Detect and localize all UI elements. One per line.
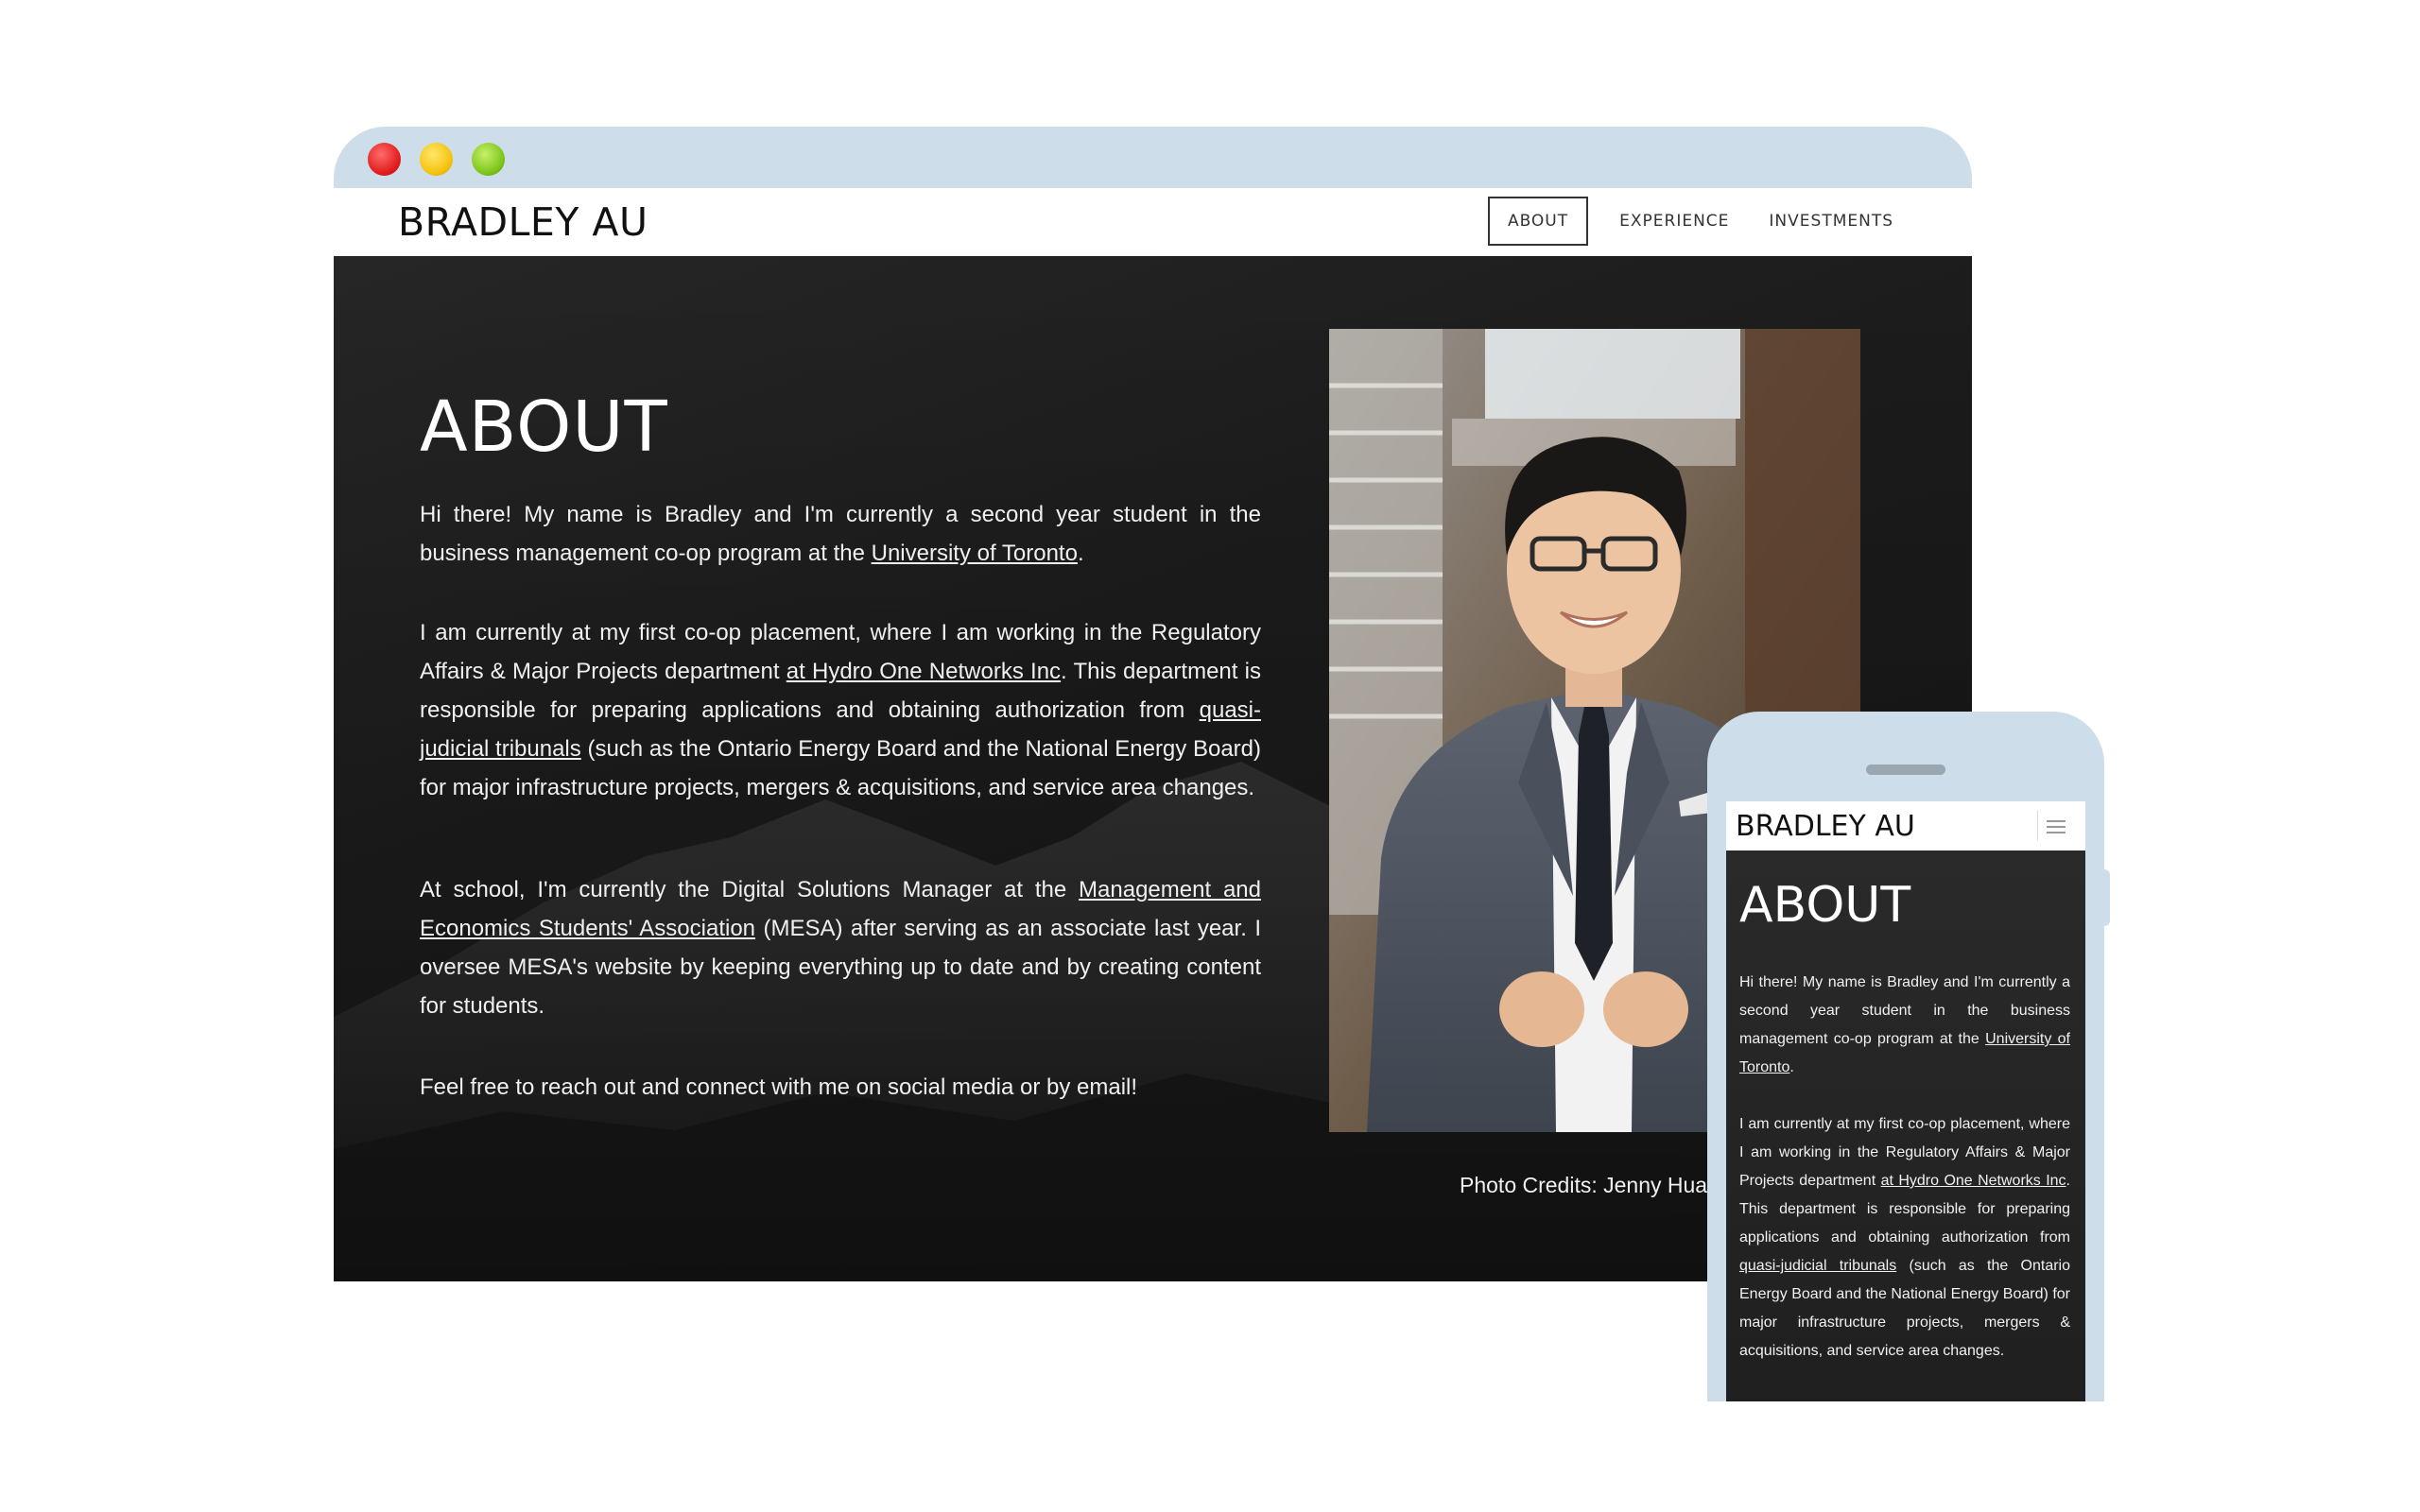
- browser-title-bar: [334, 127, 1972, 188]
- main-nav: ABOUT EXPERIENCE INVESTMENTS: [1487, 197, 1913, 246]
- intro-paragraph: Hi there! My name is Bradley and I'm cur…: [420, 502, 1261, 566]
- close-window-dot[interactable]: [368, 143, 401, 176]
- about-heading: ABOUT: [420, 387, 668, 468]
- mobile-tribunals-link[interactable]: quasi-judicial tribunals: [1739, 1258, 1896, 1274]
- mobile-hydro-one-link[interactable]: at Hydro One Networks Inc: [1881, 1173, 2066, 1189]
- phone-speaker: [1866, 765, 1945, 775]
- mobile-about-section: ABOUT Hi there! My name is Bradley and I…: [1726, 850, 2085, 1401]
- site-header: BRADLEY AU ABOUT EXPERIENCE INVESTMENTS: [334, 188, 1972, 256]
- mobile-site-logo[interactable]: BRADLEY AU: [1736, 810, 1915, 843]
- coop-paragraph: I am currently at my first co-op placeme…: [420, 620, 1261, 800]
- maximize-window-dot[interactable]: [472, 143, 505, 176]
- nav-about[interactable]: ABOUT: [1487, 197, 1589, 246]
- mobile-intro-paragraph: Hi there! My name is Bradley and I'm cur…: [1739, 974, 2070, 1075]
- site-logo[interactable]: BRADLEY AU: [398, 199, 648, 245]
- school-paragraph: At school, I'm currently the Digital Sol…: [420, 877, 1261, 1019]
- mobile-coop-paragraph: I am currently at my first co-op placeme…: [1739, 1116, 2070, 1359]
- mobile-mockup: BRADLEY AU ABOUT Hi there! My name is Br…: [1707, 712, 2104, 1401]
- mobile-about-heading: ABOUT: [1739, 877, 1911, 934]
- nav-investments[interactable]: INVESTMENTS: [1749, 197, 1913, 246]
- minimize-window-dot[interactable]: [420, 143, 453, 176]
- mobile-screen: BRADLEY AU ABOUT Hi there! My name is Br…: [1726, 801, 2085, 1401]
- university-of-toronto-link[interactable]: University of Toronto: [872, 541, 1078, 566]
- hamburger-menu-icon[interactable]: [2037, 811, 2070, 841]
- photo-credits: Photo Credits: Jenny Hua: [1460, 1173, 1708, 1197]
- hydro-one-link[interactable]: at Hydro One Networks Inc: [786, 659, 1061, 684]
- nav-experience[interactable]: EXPERIENCE: [1599, 197, 1749, 246]
- contact-paragraph: Feel free to reach out and connect with …: [420, 1074, 1138, 1100]
- mobile-header: BRADLEY AU: [1726, 801, 2085, 850]
